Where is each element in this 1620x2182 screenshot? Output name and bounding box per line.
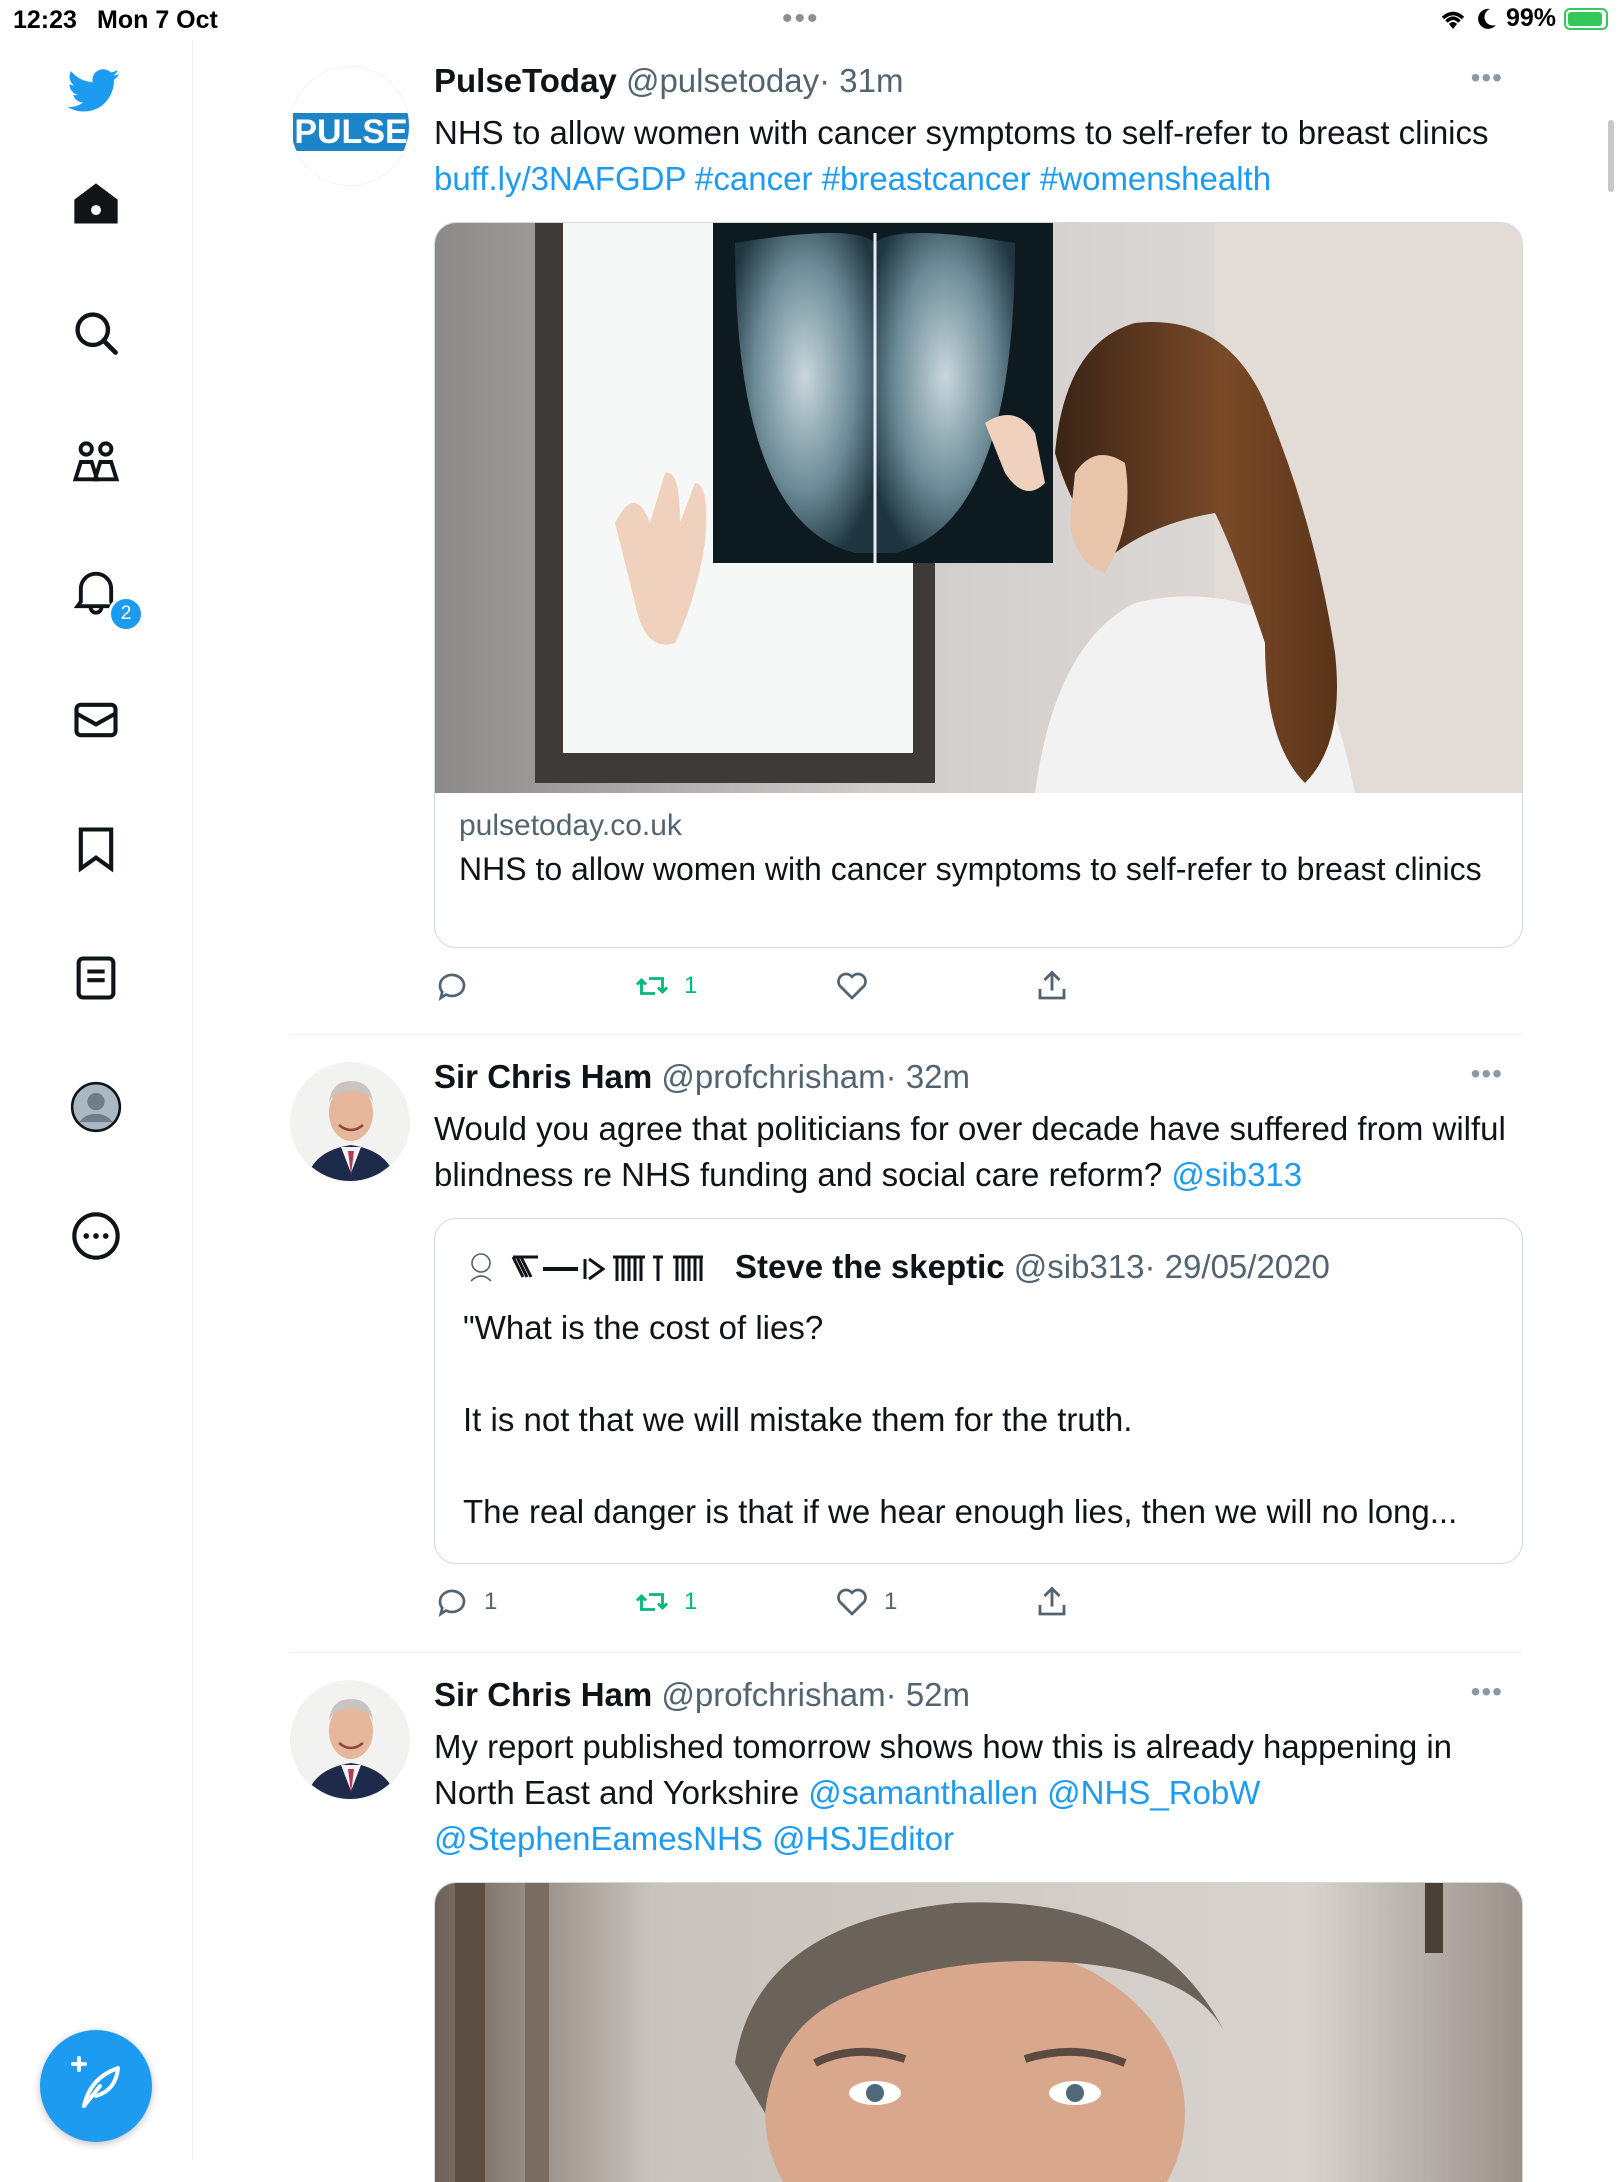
tweet-image[interactable] [434, 1882, 1523, 2182]
quote-line-3: The real danger is that if we hear enoug… [463, 1493, 1458, 1530]
retweet-icon [635, 1593, 669, 1611]
tweet-body: NHS to allow women with cancer symptoms … [434, 114, 1489, 151]
quote-line-2: It is not that we will mistake them for … [463, 1401, 1133, 1438]
wifi-icon [1441, 11, 1465, 29]
author-name[interactable]: Sir Chris Ham [434, 1058, 652, 1095]
share-icon [1038, 1586, 1066, 1616]
bookmarks-icon[interactable] [70, 823, 122, 875]
tweet-header: PulseToday @pulsetoday· 31m [434, 62, 903, 100]
tweet-text: Would you agree that politicians for ove… [434, 1106, 1524, 1198]
avatar[interactable] [290, 1680, 410, 1800]
tweet-links[interactable]: buff.ly/3NAFGDP #cancer #breastcancer #w… [434, 160, 1271, 197]
man-portrait-photo [435, 1883, 1522, 2182]
card-title: NHS to allow women with cancer symptoms … [459, 851, 1482, 887]
like-button[interactable] [834, 968, 870, 1004]
compose-tweet-icon [71, 2056, 120, 2108]
reply-count: 1 [484, 1588, 498, 1615]
avatar[interactable]: PULSE [290, 66, 410, 186]
tweet-time: · 31m [819, 62, 904, 99]
tweet-actions: 1 1 1 [434, 1584, 1084, 1624]
multitasking-dots[interactable]: ••• [782, 2, 820, 36]
quote-avatar-glyphs-icon [470, 1253, 703, 1282]
compose-tweet-button[interactable] [40, 2030, 152, 2142]
search-icon[interactable] [70, 307, 122, 359]
author-handle[interactable]: @profchrisham [661, 1676, 885, 1713]
link-card[interactable]: pulsetoday.co.uk NHS to allow women with… [434, 222, 1523, 948]
heart-icon [837, 972, 867, 1000]
quote-line-1: "What is the cost of lies? [463, 1309, 824, 1346]
heart-icon [837, 1588, 867, 1616]
twitter-logo-icon[interactable] [67, 64, 120, 116]
tweet-header: Sir Chris Ham @profchrisham· 32m [434, 1058, 970, 1096]
status-time: 12:23 [13, 6, 77, 34]
retweet-icon [635, 977, 669, 995]
share-icon [1038, 970, 1066, 1000]
mammogram-photo [435, 223, 1522, 793]
quote-header: Steve the skeptic @sib313 · 29/05/2020 [463, 1247, 1330, 1287]
reply-icon [438, 1589, 466, 1618]
reply-button[interactable]: 1 [434, 1584, 497, 1620]
quote-author-handle: @sib313 [1013, 1248, 1145, 1285]
tweet-text: My report published tomorrow shows how t… [434, 1724, 1524, 1862]
card-domain: pulsetoday.co.uk [459, 809, 682, 842]
author-name[interactable]: Sir Chris Ham [434, 1676, 652, 1713]
quote-tweet-card[interactable]: Steve the skeptic @sib313 · 29/05/2020 "W… [434, 1218, 1523, 1564]
tweet-actions: 1 [434, 968, 1084, 1008]
more-options-icon[interactable]: ••• [1471, 1058, 1503, 1090]
author-name[interactable]: PulseToday [434, 62, 617, 99]
profile-icon[interactable] [70, 1081, 122, 1133]
tweet[interactable]: Sir Chris Ham @profchrisham· 32m ••• Wou… [290, 1058, 1523, 1638]
pulse-logo-text: PULSE [294, 113, 407, 151]
tweet-text: NHS to allow women with cancer symptoms … [434, 110, 1524, 202]
quote-date: · 29/05/2020 [1144, 1248, 1330, 1285]
like-count: 1 [884, 1588, 898, 1615]
like-button[interactable]: 1 [834, 1584, 897, 1620]
avatar[interactable] [290, 1062, 410, 1182]
tweet-links[interactable]: @sib313 [1171, 1156, 1302, 1193]
author-handle[interactable]: @profchrisham [661, 1058, 885, 1095]
battery-icon [1564, 7, 1608, 30]
retweet-count: 1 [684, 972, 698, 999]
more-icon[interactable] [70, 1210, 122, 1262]
more-options-icon[interactable]: ••• [1471, 1676, 1503, 1708]
scrollbar[interactable] [1608, 120, 1614, 192]
reply-icon [438, 973, 466, 1002]
divider [290, 1652, 1523, 1653]
tweet[interactable]: Sir Chris Ham @profchrisham· 52m ••• My … [290, 1676, 1524, 2182]
share-button[interactable] [1034, 1584, 1070, 1620]
share-button[interactable] [1034, 968, 1070, 1004]
reply-button[interactable] [434, 968, 470, 1004]
sidebar: 2 [0, 40, 193, 2160]
tweet-body: Would you agree that politicians for ove… [434, 1110, 1506, 1193]
retweet-button[interactable]: 1 [634, 1584, 697, 1620]
status-date: Mon 7 Oct [97, 6, 218, 34]
moon-icon [1478, 8, 1496, 29]
status-right: 99% [1438, 4, 1608, 33]
divider [290, 1034, 1523, 1035]
retweet-count: 1 [684, 1588, 698, 1615]
quote-author-name: Steve the skeptic [735, 1248, 1005, 1285]
tweet-header: Sir Chris Ham @profchrisham· 52m [434, 1676, 970, 1714]
communities-icon[interactable] [70, 436, 122, 488]
lists-icon[interactable] [70, 952, 122, 1004]
tweet[interactable]: PULSE PulseToday @pulsetoday· 31m ••• NH… [290, 62, 1523, 1012]
more-options-icon[interactable]: ••• [1471, 62, 1503, 94]
notifications-badge: 2 [108, 596, 144, 632]
home-icon[interactable] [70, 178, 122, 230]
tweet-time: · 32m [885, 1058, 971, 1095]
author-handle[interactable]: @pulsetoday [626, 62, 819, 99]
battery-percent: 99% [1505, 4, 1556, 32]
messages-icon[interactable] [70, 694, 122, 746]
retweet-button[interactable]: 1 [634, 968, 697, 1004]
tweet-time: · 52m [885, 1676, 971, 1713]
